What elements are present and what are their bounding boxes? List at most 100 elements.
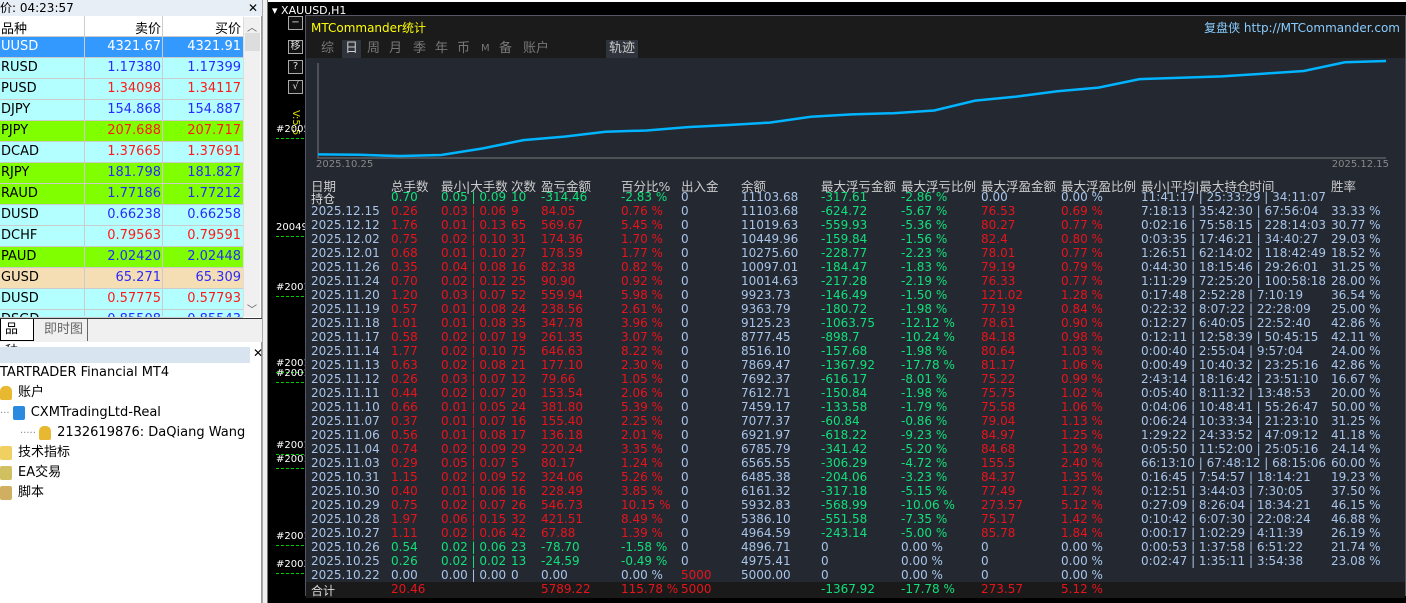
chart-window[interactable]: ▾ XAUUSD,H1 − 移 ? √ V:5.5 #20050 20049 #20… bbox=[268, 0, 1406, 603]
cell: 0:00:17 | 1:02:29 | 4:11:39 bbox=[1141, 526, 1304, 540]
scroll-up-icon[interactable]: ︿ bbox=[247, 19, 257, 34]
nav-indicators[interactable]: 技术指标 bbox=[0, 444, 70, 462]
symbol-row[interactable]: DUSD 0.57775 0.57793 bbox=[0, 289, 243, 310]
tab-tick-chart[interactable]: 即时图 bbox=[40, 319, 89, 341]
cell: 0.77 % bbox=[1061, 246, 1103, 260]
symbol-row[interactable]: RUSD 1.17380 1.17399 bbox=[0, 58, 243, 79]
cell: -898.7 bbox=[821, 330, 860, 344]
cell: 6161.32 bbox=[741, 484, 791, 498]
cell: 77.19 bbox=[981, 302, 1016, 316]
nav-broker[interactable]: TARTRADER Financial MT4 bbox=[0, 364, 169, 382]
cell: -2.86 % bbox=[901, 190, 948, 204]
table-row: 2025.11.12 0.26 0.03 | 0.07 12 79.66 1.05 % 0 7… bbox=[306, 372, 1405, 386]
panel-tab[interactable]: 年 bbox=[432, 40, 451, 58]
symbol-row[interactable]: PAUD 2.02420 2.02448 bbox=[0, 247, 243, 268]
symbol-row[interactable]: DCAD 1.37665 1.37691 bbox=[0, 142, 243, 163]
symbol-row[interactable]: RJPY 181.798 181.827 bbox=[0, 163, 243, 184]
symbol-row[interactable]: DCHF 0.79563 0.79591 bbox=[0, 226, 243, 247]
table-row: 2025.12.15 0.26 0.03 | 0.06 9 84.05 0.76 % 0 11… bbox=[306, 204, 1405, 218]
order-line bbox=[276, 236, 304, 237]
help-button[interactable]: ? bbox=[288, 60, 303, 74]
cell: 10014.63 bbox=[741, 274, 799, 288]
symbol-row[interactable]: UUSD 4321.67 4321.91 bbox=[0, 37, 243, 58]
nav-accounts[interactable]: 账户 bbox=[0, 384, 44, 402]
cell: 155.5 bbox=[981, 456, 1016, 470]
cell: 2025.11.18 bbox=[311, 316, 380, 330]
cell: 0.00 % bbox=[1061, 554, 1103, 568]
close-icon[interactable]: ✕ bbox=[248, 0, 258, 16]
table-row: 2025.11.18 1.01 0.01 | 0.08 35 347.78 3.96 % 0… bbox=[306, 316, 1405, 330]
cell: 5386.10 bbox=[741, 512, 791, 526]
cell: 3.07 % bbox=[621, 330, 663, 344]
cell: 0.02 | 0.07 bbox=[441, 330, 507, 344]
symbol-row[interactable]: DUSD 0.66238 0.66258 bbox=[0, 205, 243, 226]
panel-tab[interactable]: 币 bbox=[454, 40, 473, 58]
panel-tab[interactable]: 日 bbox=[342, 40, 362, 58]
cell: 0 bbox=[681, 218, 689, 232]
col-symbol[interactable]: 品种 bbox=[1, 18, 27, 37]
col-buy[interactable]: 买价 bbox=[215, 18, 241, 37]
table-row: 2025.10.31 1.15 0.02 | 0.09 52 324.06 5.26 % 0… bbox=[306, 470, 1405, 484]
cell: 0.56 bbox=[391, 428, 418, 442]
tab-track[interactable]: 轨迹 bbox=[606, 40, 639, 58]
cell: 30.77 % bbox=[1331, 218, 1381, 232]
cell: 0.57 bbox=[391, 302, 418, 316]
symbol-row[interactable]: DJPY 154.868 154.887 bbox=[0, 100, 243, 121]
cell: 18.52 % bbox=[1331, 246, 1381, 260]
table-row: 2025.11.04 0.74 0.02 | 0.09 29 220.24 3.35 % 0… bbox=[306, 442, 1405, 456]
scroll-thumb[interactable] bbox=[245, 33, 260, 51]
cell: 2:43:14 | 18:16:42 | 23:51:10 bbox=[1141, 372, 1319, 386]
cell: 0.00 % bbox=[1061, 568, 1103, 582]
nav-server[interactable]: ··· CXMTradingLtd-Real bbox=[0, 404, 161, 422]
sell-price: 1.37665 bbox=[107, 144, 161, 159]
brand-link[interactable]: 复盘侠 http://MTCommander.com bbox=[1204, 19, 1400, 36]
minimize-button[interactable]: − bbox=[288, 16, 303, 30]
scrollbar[interactable]: ︿ ﹀ bbox=[243, 17, 260, 317]
cell: 0 bbox=[681, 400, 689, 414]
expert-icon bbox=[0, 465, 12, 480]
cell: 3.85 % bbox=[621, 484, 663, 498]
move-button[interactable]: 移 bbox=[288, 40, 303, 54]
cell: 41.18 % bbox=[1331, 428, 1381, 442]
scroll-down-icon[interactable]: ﹀ bbox=[247, 301, 257, 316]
cell: 78.61 bbox=[981, 316, 1016, 330]
cell: -17.78 % bbox=[901, 358, 955, 372]
symbol-row[interactable]: GUSD 65.271 65.309 bbox=[0, 268, 243, 289]
panel-tab[interactable]: 账户 bbox=[520, 40, 552, 58]
symbol-row[interactable]: RAUD 1.77186 1.77212 bbox=[0, 184, 243, 205]
cell: 13 bbox=[511, 554, 527, 568]
cell: 0 bbox=[681, 470, 689, 484]
cell: 0.70 bbox=[391, 190, 418, 204]
tab-symbols[interactable]: 品种 bbox=[0, 319, 34, 359]
panel-tab[interactable]: 备 bbox=[496, 40, 515, 58]
nav-account[interactable]: ····· 2132619876: DaQiang Wang bbox=[20, 424, 245, 442]
panel-tab[interactable]: 季 bbox=[410, 40, 429, 58]
cell: 0.80 % bbox=[1061, 232, 1103, 246]
cell: 0.03 | 0.06 bbox=[441, 204, 507, 218]
cell: 10.15 % bbox=[621, 498, 671, 512]
cell: 0.02 | 0.08 bbox=[441, 358, 507, 372]
cell: 0.40 bbox=[391, 484, 418, 498]
cell: 1.03 % bbox=[1061, 344, 1103, 358]
cell: 0.02 | 0.06 bbox=[441, 526, 507, 540]
cell: 0 bbox=[981, 540, 989, 554]
cell: 8777.45 bbox=[741, 330, 791, 344]
confirm-button[interactable]: √ bbox=[288, 80, 303, 94]
panel-tab[interactable]: 周 bbox=[364, 40, 383, 58]
cell: 85.78 bbox=[981, 526, 1016, 540]
symbol-row[interactable]: DSGD0.855080.85543 bbox=[0, 310, 243, 318]
panel-tab[interactable]: M bbox=[478, 40, 493, 58]
nav-scripts[interactable]: 脚本 bbox=[0, 484, 44, 502]
panel-tab[interactable]: 月 bbox=[386, 40, 405, 58]
cell: 0 bbox=[681, 204, 689, 218]
symbol-row[interactable]: PJPY 207.688 207.717 bbox=[0, 121, 243, 142]
nav-experts[interactable]: EA交易 bbox=[0, 464, 61, 482]
server-icon bbox=[12, 405, 25, 420]
nav-accounts-label: 账户 bbox=[18, 385, 45, 400]
cell: -150.84 bbox=[821, 386, 868, 400]
brand-url[interactable]: http://MTCommander.com bbox=[1244, 21, 1400, 35]
sell-price: 0.57775 bbox=[107, 291, 161, 306]
col-sell[interactable]: 卖价 bbox=[135, 18, 161, 37]
panel-tab[interactable]: 综 bbox=[318, 40, 337, 58]
symbol-row[interactable]: PUSD 1.34098 1.34117 bbox=[0, 79, 243, 100]
